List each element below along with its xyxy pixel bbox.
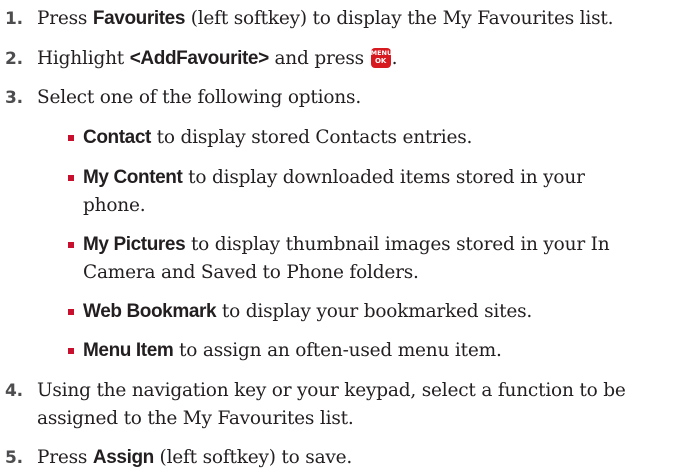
- step-text: Using the navigation key or your keypad,…: [37, 377, 667, 433]
- option-text: Menu Item to assign an often-used menu i…: [83, 337, 663, 365]
- step-text: Press Favourites (left softkey) to displ…: [37, 5, 667, 33]
- step-text-line2: assigned to the My Favourites list.: [37, 408, 354, 429]
- option-description: to display thumbnail images stored in yo…: [185, 234, 610, 255]
- keyword-addfavourite: <AddFavourite>: [129, 48, 269, 69]
- step-number: 5.: [5, 448, 23, 468]
- bullet-square-icon: [68, 348, 74, 354]
- step-text-line1: Using the navigation key or your keypad,…: [37, 380, 626, 401]
- option-description-cont: phone.: [83, 195, 146, 216]
- step-text: Highlight <AddFavourite> and press MENU O…: [37, 45, 667, 73]
- option-description: to display your bookmarked sites.: [216, 301, 533, 322]
- step-number: 3.: [5, 88, 23, 108]
- menu-key-label-bottom: OK: [374, 57, 387, 65]
- bullet-square-icon: [68, 135, 74, 141]
- step-text-mid: and press: [268, 48, 370, 69]
- step-text-post: (left softkey) to display the My Favouri…: [185, 8, 614, 29]
- option-text: My Pictures to display thumbnail images …: [83, 231, 663, 287]
- bullet-square-icon: [68, 242, 74, 248]
- instruction-page: 1. Press Favourites (left softkey) to di…: [0, 0, 677, 476]
- keyword-contact: Contact: [83, 127, 151, 148]
- keyword-assign: Assign: [92, 447, 154, 468]
- keyword-menu-item: Menu Item: [83, 340, 174, 361]
- option-description: to display downloaded items stored in yo…: [182, 167, 585, 188]
- step-text-pre: Press: [37, 447, 93, 468]
- keyword-favourites: Favourites: [92, 8, 186, 29]
- step-text-pre: Highlight: [37, 48, 130, 69]
- step-number: 4.: [5, 381, 23, 401]
- option-text: Contact to display stored Contacts entri…: [83, 124, 663, 152]
- bullet-square-icon: [68, 309, 74, 315]
- step-number: 2.: [5, 49, 23, 69]
- keyword-my-content: My Content: [83, 167, 183, 188]
- menu-ok-key-icon: MENU OK: [370, 48, 393, 68]
- keyword-my-pictures: My Pictures: [83, 234, 186, 255]
- step-text: Select one of the following options.: [37, 87, 361, 108]
- option-text: Web Bookmark to display your bookmarked …: [83, 298, 663, 326]
- menu-key-label-top: MENU: [370, 49, 393, 57]
- step-text-post: .: [391, 48, 398, 69]
- step-text-post: (left softkey) to save.: [153, 447, 353, 468]
- step-text-pre: Press: [37, 8, 93, 29]
- option-description-cont: Camera and Saved to Phone folders.: [83, 262, 419, 283]
- step-text: Press Assign (left softkey) to save.: [37, 444, 667, 472]
- bullet-square-icon: [68, 175, 74, 181]
- option-description: to display stored Contacts entries.: [150, 127, 473, 148]
- keyword-web-bookmark: Web Bookmark: [83, 301, 217, 322]
- option-text: My Content to display downloaded items s…: [83, 164, 663, 220]
- option-description: to assign an often-used menu item.: [173, 340, 502, 361]
- step-number: 1.: [5, 9, 23, 29]
